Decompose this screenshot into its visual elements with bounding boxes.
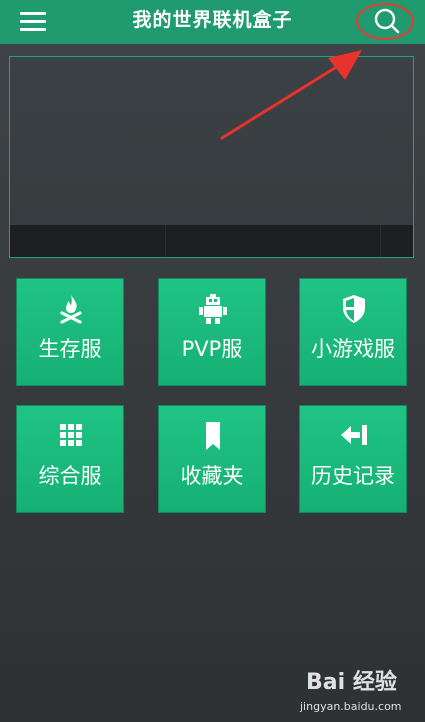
tile-label: 小游戏服 (311, 337, 395, 361)
tile-history[interactable]: 历史记录 (299, 405, 407, 513)
bookmark-icon (206, 422, 220, 450)
tile-label: 收藏夹 (180, 464, 244, 488)
watermark-brand: Bai 经验 (306, 670, 397, 695)
banner-caption-strip (10, 225, 413, 257)
tile-general-server[interactable]: 综合服 (16, 405, 124, 513)
top-app-bar: 我的世界联机盒子 (0, 0, 425, 44)
campfire-icon (60, 295, 82, 324)
tile-label: 历史记录 (311, 464, 395, 488)
tile-label: 生存服 (38, 337, 102, 361)
tile-pvp-server[interactable]: PVP服 (158, 278, 266, 386)
shield-icon (343, 295, 365, 323)
baidu-jingyan-watermark: Bai 经验 jingyan.baidu.com (300, 670, 420, 720)
grid-icon (60, 424, 82, 446)
tile-minigame-server[interactable]: 小游戏服 (299, 278, 407, 386)
tile-favorites[interactable]: 收藏夹 (158, 405, 266, 513)
history-arrow-icon (341, 425, 367, 445)
robot-icon (199, 294, 227, 324)
tile-survival-server[interactable]: 生存服 (16, 278, 124, 386)
search-highlight-circle (356, 3, 414, 40)
tile-label: PVP服 (181, 337, 243, 361)
banner-area[interactable] (9, 56, 414, 258)
watermark-url: jingyan.baidu.com (300, 700, 402, 713)
tile-label: 综合服 (38, 464, 102, 488)
